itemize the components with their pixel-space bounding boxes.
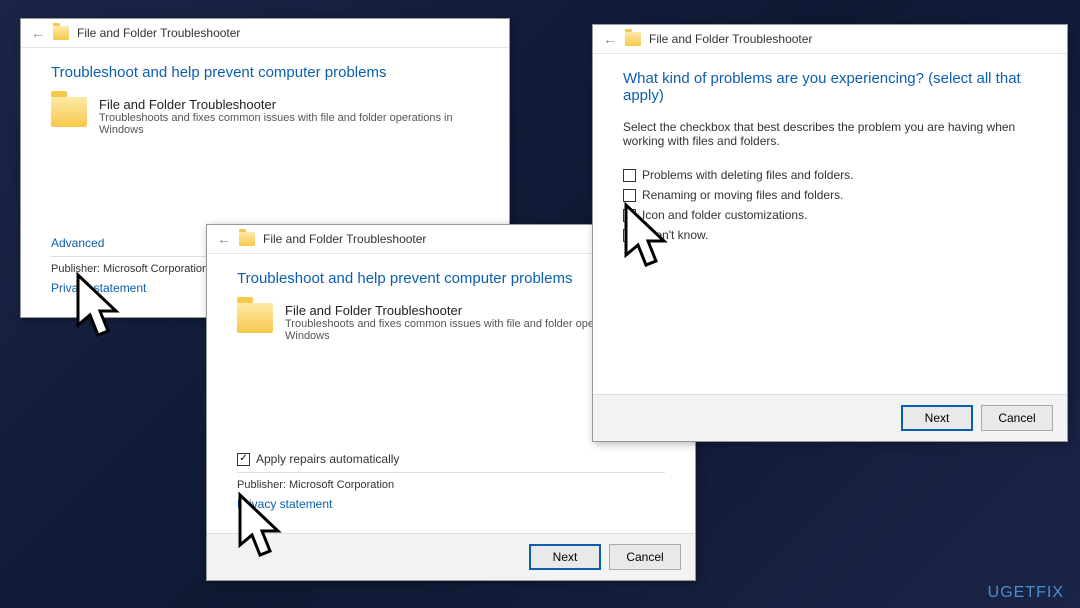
apply-repairs-row[interactable]: Apply repairs automatically: [237, 452, 665, 466]
option-label: Icon and folder customizations.: [642, 208, 807, 222]
next-button[interactable]: Next: [529, 544, 601, 570]
option-list: Problems with deleting files and folders…: [623, 168, 1037, 242]
titlebar: ← File and Folder Troubleshooter: [21, 19, 509, 48]
back-arrow-icon[interactable]: ←: [31, 25, 45, 41]
publisher-row: Publisher: Microsoft Corporation: [237, 479, 665, 491]
option-renaming[interactable]: Renaming or moving files and folders.: [623, 188, 1037, 202]
publisher-label: Publisher:: [51, 263, 100, 275]
page-heading: Troubleshoot and help prevent computer p…: [51, 64, 479, 81]
publisher-label: Publisher:: [237, 479, 286, 491]
back-arrow-icon[interactable]: ←: [603, 31, 617, 47]
titlebar: ← File and Folder Troubleshooter: [593, 25, 1067, 54]
content-area: What kind of problems are you experienci…: [593, 54, 1067, 274]
privacy-link[interactable]: Privacy statement: [237, 497, 665, 511]
item-title: File and Folder Troubleshooter: [99, 97, 479, 112]
checkbox[interactable]: [623, 169, 636, 182]
window-title: File and Folder Troubleshooter: [263, 232, 426, 246]
back-arrow-icon[interactable]: ←: [217, 231, 231, 247]
page-heading: What kind of problems are you experienci…: [623, 70, 1037, 104]
apply-repairs-label: Apply repairs automatically: [256, 452, 399, 466]
folder-icon: [239, 232, 255, 246]
option-label: I don't know.: [642, 228, 708, 242]
window-title: File and Folder Troubleshooter: [77, 26, 240, 40]
watermark: UGETFIX: [988, 584, 1064, 602]
publisher-value: Microsoft Corporation: [289, 479, 394, 491]
checkbox[interactable]: [623, 189, 636, 202]
checkbox[interactable]: [623, 209, 636, 222]
folder-icon: [625, 32, 641, 46]
instruction-text: Select the checkbox that best describes …: [623, 120, 1037, 148]
troubleshooter-item: File and Folder Troubleshooter Troublesh…: [51, 97, 479, 136]
divider: [237, 472, 665, 473]
folder-icon: [53, 26, 69, 40]
button-row: Next Cancel: [593, 394, 1067, 441]
folder-icon: [237, 303, 273, 333]
checkbox[interactable]: [623, 229, 636, 242]
option-label: Renaming or moving files and folders.: [642, 188, 843, 202]
item-description: Troubleshoots and fixes common issues wi…: [99, 112, 479, 136]
next-button[interactable]: Next: [901, 405, 973, 431]
troubleshooter-window-3: ← File and Folder Troubleshooter What ki…: [592, 24, 1068, 442]
option-deleting[interactable]: Problems with deleting files and folders…: [623, 168, 1037, 182]
window-title: File and Folder Troubleshooter: [649, 32, 812, 46]
publisher-value: Microsoft Corporation: [103, 263, 208, 275]
apply-repairs-checkbox[interactable]: [237, 453, 250, 466]
option-customizations[interactable]: Icon and folder customizations.: [623, 208, 1037, 222]
option-label: Problems with deleting files and folders…: [642, 168, 853, 182]
cancel-button[interactable]: Cancel: [981, 405, 1053, 431]
folder-icon: [51, 97, 87, 127]
button-row: Next Cancel: [207, 533, 695, 580]
option-unknown[interactable]: I don't know.: [623, 228, 1037, 242]
cancel-button[interactable]: Cancel: [609, 544, 681, 570]
